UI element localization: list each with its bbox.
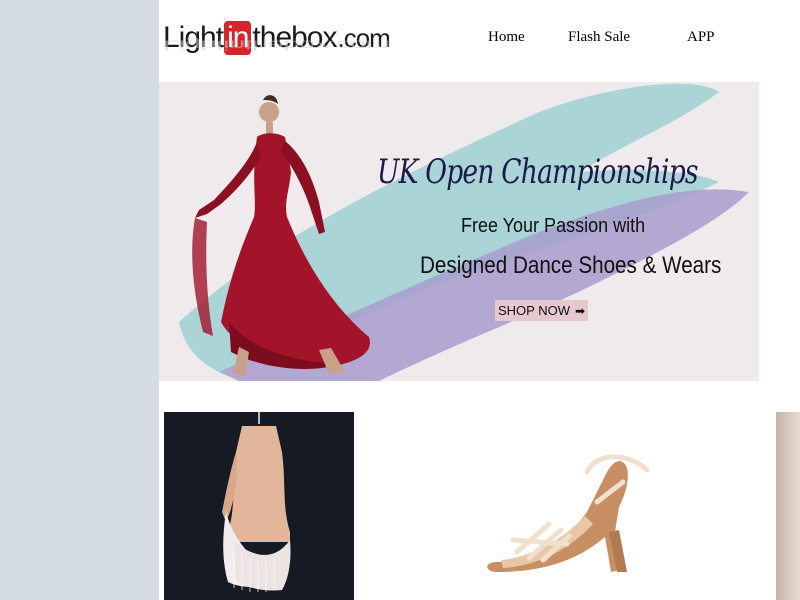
nav-app-link[interactable]: APP <box>687 29 715 46</box>
banner-artwork <box>179 83 749 381</box>
hero-banner[interactable]: UK Open Championships Free Your Passion … <box>159 82 759 381</box>
dress-image <box>222 412 291 592</box>
main-nav: Home Flash Sale APP <box>159 29 759 49</box>
banner-subtitle-2: Designed Dance Shoes & Wears <box>420 252 722 279</box>
shop-now-button[interactable]: SHOP NOW ➡ <box>495 300 588 321</box>
banner-subtitle-1: Free Your Passion with <box>461 215 646 237</box>
shoe-image <box>487 454 650 572</box>
page-content: Light in thebox .com Lightinthebox.com Home… <box>159 0 800 600</box>
product-card-third[interactable] <box>776 412 800 600</box>
banner-title: UK Open Championships <box>377 152 699 192</box>
product-card-dress[interactable] <box>164 412 354 600</box>
shop-now-label: SHOP NOW <box>497 303 570 318</box>
nav-flash-sale-link[interactable]: Flash Sale <box>568 29 630 46</box>
product-card-shoe[interactable] <box>457 412 657 600</box>
product-image <box>776 412 800 600</box>
site-header: Light in thebox .com Lightinthebox.com Home… <box>159 0 759 82</box>
nav-home-link[interactable]: Home <box>488 29 525 46</box>
arrow-right-icon: ➡ <box>574 303 586 318</box>
